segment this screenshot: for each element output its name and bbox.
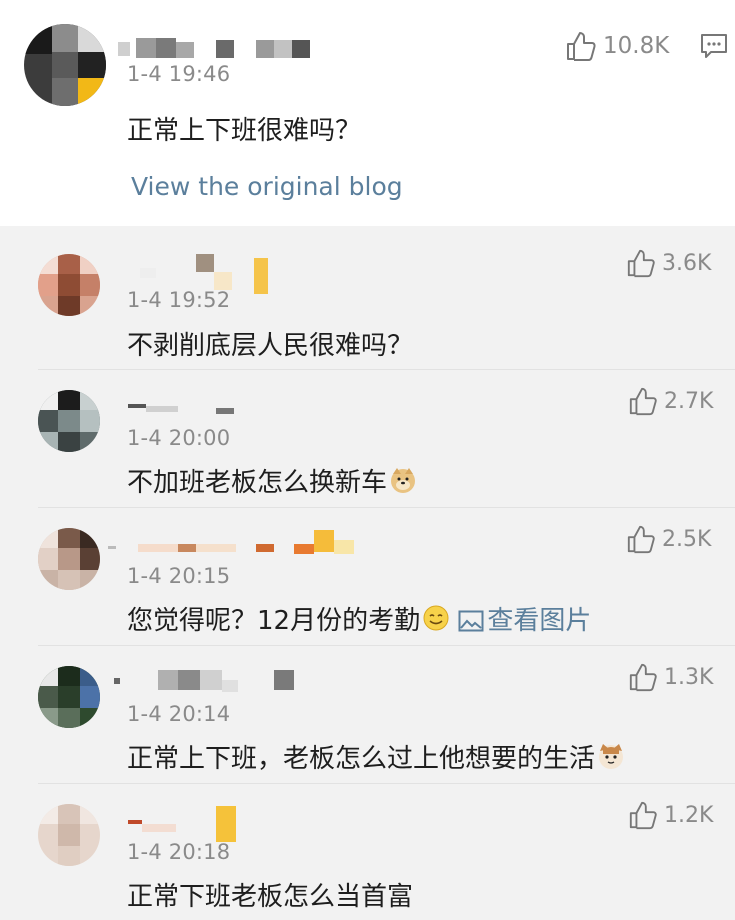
comment-button[interactable] [700, 32, 728, 64]
cat-emoji-icon [597, 742, 625, 777]
thumbs-up-icon [629, 663, 657, 692]
avatar[interactable] [38, 254, 100, 316]
like-count: 2.7K [664, 388, 714, 414]
like-count: 10.8K [603, 33, 670, 59]
like-count: 1.3K [664, 664, 714, 690]
comment-time: 1-4 20:00 [127, 426, 231, 450]
thumbs-up-icon [627, 249, 655, 278]
comment-time: 1-4 19:52 [127, 288, 231, 312]
list-item: 1-4 19:52 不剥削底层人民很难吗？ 3.6K [0, 226, 735, 370]
username[interactable] [130, 254, 280, 294]
like-count: 3.6K [662, 250, 712, 276]
avatar[interactable] [38, 390, 100, 452]
view-original-blog-link[interactable]: View the original blog [131, 172, 403, 201]
avatar[interactable] [38, 804, 100, 866]
comment-time: 1-4 20:14 [127, 702, 231, 726]
username[interactable] [128, 394, 278, 416]
username[interactable] [114, 670, 314, 692]
avatar[interactable] [38, 666, 100, 728]
comment-text: 正常下班老板怎么当首富 [127, 882, 414, 912]
comment-text: 您觉得呢？12月份的考勤 查看图片 [127, 600, 591, 639]
comment-text: 不加班老板怎么换新车 [127, 462, 417, 501]
comment-text-body: 您觉得呢？12月份的考勤 [127, 606, 421, 636]
comment-text: 正常上下班，老板怎么过上他想要的生活 [127, 738, 625, 777]
like-button[interactable]: 1.2K [628, 800, 713, 830]
like-button[interactable]: 2.5K [626, 524, 711, 554]
thumbs-up-icon [567, 32, 596, 61]
comment-text-body: 正常上下班，老板怎么过上他想要的生活 [127, 744, 596, 774]
list-item: 1-4 20:18 正常下班老板怎么当首富 1.2K [0, 784, 735, 920]
like-button[interactable]: 10.8K [565, 30, 669, 62]
like-count: 1.2K [664, 802, 714, 828]
doge-emoji-icon [389, 466, 417, 501]
view-image-link[interactable]: 查看图片 [458, 606, 591, 636]
username[interactable] [128, 806, 248, 842]
username[interactable] [108, 530, 358, 554]
thumbs-up-icon [629, 387, 657, 416]
view-image-label: 查看图片 [487, 606, 592, 636]
comment-time: 1-4 19:46 [127, 62, 231, 86]
list-item: 1-4 20:14 正常上下班，老板怎么过上他想要的生活 1.3K [0, 646, 735, 784]
like-count: 2.5K [662, 526, 712, 552]
list-item: 1-4 20:00 不加班老板怎么换新车 2.7K [0, 370, 735, 508]
avatar[interactable] [24, 24, 106, 106]
thumbs-up-icon [629, 801, 657, 830]
username[interactable] [118, 38, 318, 60]
like-button[interactable]: 3.6K [626, 248, 711, 278]
comment-icon [701, 34, 727, 58]
comment-text: 正常上下班很难吗？ [127, 116, 362, 146]
comment-time: 1-4 20:18 [127, 840, 231, 864]
like-button[interactable]: 1.3K [628, 662, 713, 692]
comment-time: 1-4 20:15 [127, 564, 231, 588]
reply-list: 1-4 19:52 不剥削底层人民很难吗？ 3.6K 1-4 20:00 不加班… [0, 226, 735, 920]
smile-emoji-icon [422, 604, 450, 639]
comment-text-body: 不加班老板怎么换新车 [127, 468, 388, 498]
thumbs-up-icon [627, 525, 655, 554]
main-comment: 1-4 19:46 正常上下班很难吗？ View the original bl… [0, 0, 735, 226]
avatar[interactable] [38, 528, 100, 590]
comment-text: 不剥削底层人民很难吗？ [127, 331, 414, 361]
image-icon [458, 610, 484, 632]
like-button[interactable]: 2.7K [628, 386, 713, 416]
list-item: 1-4 20:15 您觉得呢？12月份的考勤 查看图片 2.5K [0, 508, 735, 646]
